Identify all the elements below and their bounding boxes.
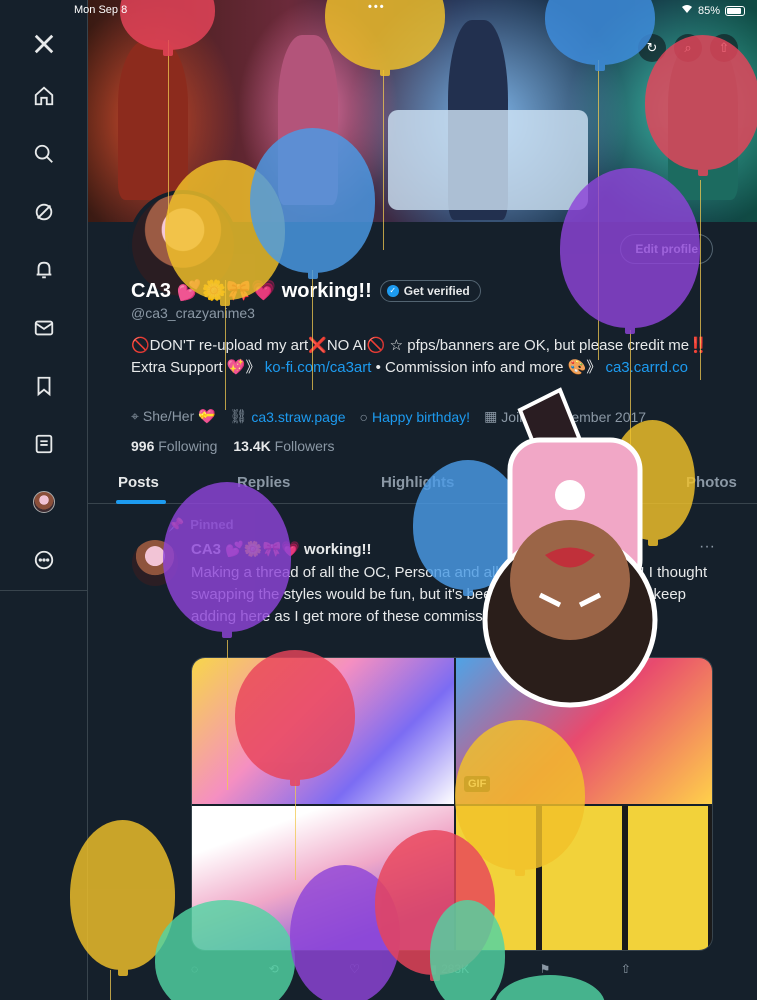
profile-avatar-icon[interactable] — [24, 482, 64, 522]
sidebar-nav — [0, 0, 88, 1000]
views-count: 283K — [441, 962, 470, 976]
sidebar-divider — [0, 590, 88, 591]
joined-date: Joined November 2017 — [501, 408, 647, 425]
website-link[interactable]: ca3.straw.page — [251, 409, 345, 425]
pin-icon: 📌 — [168, 517, 185, 532]
views-icon: ▮ — [430, 962, 438, 976]
following-count: 996 — [131, 438, 155, 454]
status-bar: Mon Sep 8 ••• 85% — [0, 0, 757, 20]
balloon-icon: ○ — [359, 408, 368, 425]
media-image-1[interactable] — [192, 658, 454, 804]
location-pin-icon: ⌖ — [131, 408, 139, 424]
battery-percent: 85% — [697, 4, 720, 17]
lists-icon[interactable] — [24, 424, 64, 464]
reply-icon[interactable]: ◌ — [191, 962, 198, 976]
tab-posts[interactable]: Posts — [118, 474, 159, 491]
display-name: CA3 💕🌼🎀💗 working!! — [131, 280, 372, 302]
like-icon[interactable]: ♡ — [349, 962, 360, 976]
battery-icon — [725, 5, 745, 16]
repost-icon[interactable]: ⟲ — [269, 962, 279, 976]
pronouns-item: ⌖ She/Her 💝 — [131, 408, 216, 425]
follow-counts: 996 Following 13.4K Followers — [131, 438, 335, 454]
followers-link[interactable]: 13.4K Followers — [233, 438, 334, 454]
tab-replies[interactable]: Replies — [237, 474, 290, 491]
media-image-4[interactable] — [456, 806, 712, 950]
more-icon[interactable] — [24, 540, 64, 580]
followers-label: Followers — [274, 438, 335, 454]
tab-highlights[interactable]: Highlights — [381, 474, 454, 491]
post-actions: ◌ ⟲ ♡ ▮ 283K ⚑ ⇧ — [191, 962, 631, 976]
status-right: 85% — [681, 4, 745, 17]
following-link[interactable]: 996 Following — [131, 438, 217, 454]
pinned-indicator: 📌 Pinned — [168, 517, 234, 533]
pinned-label: Pinned — [190, 517, 234, 532]
link-icon: ⛓ — [229, 408, 248, 424]
messages-icon[interactable] — [24, 308, 64, 348]
active-tab-indicator — [116, 500, 166, 504]
followers-count: 13.4K — [233, 438, 271, 454]
profile-tabs: Posts Replies Highlights Photos — [88, 462, 757, 504]
following-label: Following — [158, 438, 218, 454]
status-time: Mon Sep 8 — [74, 4, 128, 16]
get-verified-button[interactable]: ✓ Get verified — [379, 279, 481, 302]
share-icon[interactable]: ⇧ — [621, 962, 631, 976]
wifi-icon — [681, 4, 693, 17]
name-row: CA3 💕🌼🎀💗 working!! ✓ Get verified — [131, 278, 481, 303]
pronouns: She/Her 💝 — [142, 408, 216, 424]
share-icon[interactable]: ⇧ — [710, 34, 738, 62]
notifications-icon[interactable] — [24, 250, 64, 290]
refresh-icon[interactable]: ↻ — [638, 34, 666, 62]
search-icon[interactable]: ⌕ — [674, 34, 702, 62]
edit-profile-button[interactable]: Edit profile — [620, 234, 713, 264]
user-handle: @ca3_crazyanime3 — [131, 305, 255, 321]
birthday-item: ○ Happy birthday! — [360, 408, 471, 425]
get-verified-label: Get verified — [403, 283, 470, 298]
bio-link-kofi[interactable]: ko-fi.com/ca3art — [265, 359, 372, 376]
calendar-icon: ▦ — [484, 408, 498, 424]
profile-main: ↻ ⌕ ⇧ Edit profile CA3 💕🌼🎀💗 working!! ✓ … — [88, 0, 757, 1000]
bookmark-icon[interactable]: ⚑ — [540, 962, 551, 976]
profile-bio: 🚫DON'T re-upload my art❌NO AI🚫 ☆ pfps/ba… — [131, 335, 711, 379]
post-media-grid[interactable]: GIF — [191, 657, 713, 951]
home-icon[interactable] — [24, 76, 64, 116]
post-text: Making a thread of all the OC, Persona a… — [191, 564, 708, 625]
bookmarks-icon[interactable] — [24, 366, 64, 406]
bio-link-carrd[interactable]: ca3.carrd.co — [605, 359, 688, 376]
more-options-icon[interactable]: ··· — [699, 538, 715, 556]
tab-photos[interactable]: Photos — [686, 474, 737, 491]
post-author[interactable]: CA3 💕🌼🎀💗 working!! — [191, 540, 372, 558]
multitasking-dots[interactable]: ••• — [368, 1, 386, 13]
views-button[interactable]: ▮ 283K — [430, 962, 469, 976]
joined-item: ▦ Joined November 2017 — [484, 408, 646, 425]
post-avatar[interactable] — [132, 540, 178, 586]
gif-badge: GIF — [464, 776, 491, 792]
website-item[interactable]: ⛓ ca3.straw.page — [230, 408, 346, 425]
profile-banner[interactable]: ↻ ⌕ ⇧ — [88, 0, 757, 222]
media-image-3[interactable] — [192, 806, 454, 950]
x-logo-icon[interactable] — [24, 24, 64, 64]
birthday-text[interactable]: Happy birthday! — [372, 409, 470, 425]
profile-meta: ⌖ She/Her 💝 ⛓ ca3.straw.page ○ Happy bir… — [131, 408, 646, 425]
grok-icon[interactable] — [24, 192, 64, 232]
search-icon[interactable] — [24, 134, 64, 174]
verified-badge-icon: ✓ — [386, 284, 399, 297]
media-image-2[interactable]: GIF — [456, 658, 712, 804]
bio-text-2: • Commission info and more 🎨》 — [371, 359, 602, 376]
